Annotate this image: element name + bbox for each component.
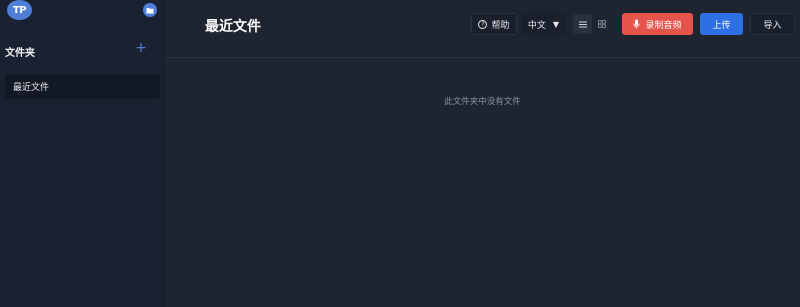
folders-section-title: 文件夹 xyxy=(5,48,35,59)
list-view-button[interactable] xyxy=(573,14,592,34)
empty-folder-message: 此文件夹中没有文件 xyxy=(444,97,521,107)
microphone-icon xyxy=(633,19,641,29)
app-logo[interactable]: TP xyxy=(7,0,32,20)
upload-button[interactable]: 上传 xyxy=(700,13,743,35)
grid-view-button[interactable] xyxy=(592,14,611,34)
caret-down-icon: ▼ xyxy=(552,19,560,29)
language-select[interactable]: 中文 ▼ xyxy=(521,13,566,35)
folder-button[interactable] xyxy=(143,3,157,17)
sidebar-item-label: 最近文件 xyxy=(13,83,50,93)
import-label: 导入 xyxy=(763,20,782,31)
import-button[interactable]: 导入 xyxy=(750,13,795,35)
record-audio-label: 录制音频 xyxy=(645,20,682,31)
help-button[interactable]: ? 帮助 xyxy=(471,13,517,35)
grid-icon xyxy=(597,20,606,28)
header-bar: 最近文件 ? 帮助 中文 ▼ 录制音频 上传 导入 xyxy=(165,0,800,58)
view-toggle xyxy=(573,14,611,34)
sidebar-item-recent-files[interactable]: 最近文件 xyxy=(5,74,160,99)
sidebar: TP 文件夹 + 最近文件 xyxy=(0,0,164,307)
record-audio-button[interactable]: 录制音频 xyxy=(622,13,693,35)
help-icon: ? xyxy=(478,19,488,29)
list-icon xyxy=(578,21,587,27)
page-title: 最近文件 xyxy=(205,19,261,35)
folder-icon xyxy=(146,7,154,13)
help-label: 帮助 xyxy=(491,20,510,31)
language-selected-value: 中文 xyxy=(527,20,546,31)
upload-label: 上传 xyxy=(712,20,731,31)
main-content: 最近文件 ? 帮助 中文 ▼ 录制音频 上传 导入 此文件夹中没有文件 xyxy=(165,0,800,307)
add-folder-button[interactable]: + xyxy=(135,41,147,55)
